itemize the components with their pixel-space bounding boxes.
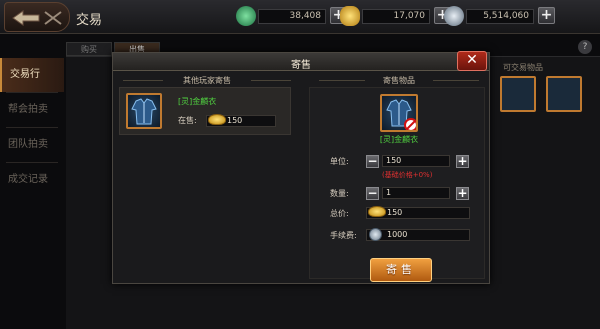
sell-button[interactable]: 寄售 — [370, 258, 432, 282]
help-icon[interactable]: ? — [578, 40, 592, 54]
unit-price-label: 单位: — [330, 157, 349, 166]
item-slot — [126, 93, 162, 129]
tradable-items-label: 可交易物品 — [503, 63, 543, 72]
silver-currency-value: 5,514,060 — [466, 9, 534, 24]
dialog-header: 寄售 ✕ — [113, 51, 489, 71]
dialog-title: 寄售 — [291, 60, 311, 71]
reference-price: (基础价格+0%) — [382, 171, 433, 179]
no-trade-icon — [404, 118, 416, 130]
tradable-item-slot[interactable] — [500, 76, 536, 112]
item-name: [灵]金麟衣 — [178, 97, 217, 106]
gold-ingot-icon — [208, 114, 226, 125]
silver-coin-icon — [369, 228, 382, 241]
other-players-label: 其他玩家寄售 — [183, 76, 231, 85]
quantity-increase-button[interactable]: + — [456, 187, 469, 200]
quantity-label: 数量: — [330, 189, 349, 198]
list-item[interactable]: [灵]金麟衣 在售: 150 — [119, 87, 291, 135]
gold-ingot-icon — [368, 206, 386, 217]
back-button[interactable] — [4, 2, 70, 32]
divider — [319, 80, 365, 81]
jade-currency-icon — [236, 6, 256, 26]
quantity-input[interactable]: 1 — [382, 187, 450, 199]
add-silver-button[interactable]: + — [538, 7, 555, 24]
item-name: [灵]金麟衣 — [379, 135, 419, 144]
menu-item-trading[interactable]: 交易行 — [0, 58, 64, 92]
divider — [123, 80, 163, 81]
menu-item-guild-auction[interactable]: 帮会拍卖 — [0, 93, 64, 127]
silver-coin-icon — [444, 6, 464, 26]
menu-item-trade-history[interactable]: 成交记录 — [0, 163, 64, 197]
divider — [433, 80, 479, 81]
onsale-label: 在售: — [178, 116, 197, 125]
jade-currency-value: 38,408 — [258, 9, 326, 24]
gold-ingot-icon — [340, 6, 360, 26]
consign-dialog: 寄售 ✕ 其他玩家寄售 寄售物品 [灵]金麟衣 在售: 150 [灵]金麟衣 单… — [112, 51, 490, 284]
quantity-decrease-button[interactable]: − — [366, 187, 379, 200]
armor-icon — [131, 98, 157, 125]
item-slot[interactable] — [380, 94, 418, 132]
tab-buy[interactable]: 购买 — [66, 42, 112, 56]
close-button[interactable]: ✕ — [457, 51, 487, 71]
consign-panel: [灵]金麟衣 单位: − 150 + (基础价格+0%) 数量: − 1 + 总… — [309, 87, 485, 282]
gold-currency-value: 17,070 — [362, 9, 430, 24]
unit-price-input[interactable]: 150 — [382, 155, 450, 167]
left-menu: 交易行 帮会拍卖 团队拍卖 成交记录 — [0, 58, 64, 197]
unit-price-increase-button[interactable]: + — [456, 155, 469, 168]
total-label: 总价: — [330, 209, 349, 218]
top-bar: 交易 38,408 + 17,070 + 5,514,060 + — [0, 0, 600, 34]
fee-label: 手续费: — [330, 231, 357, 240]
tradable-item-slot[interactable] — [546, 76, 582, 112]
back-arrow-icon — [12, 10, 62, 26]
divider — [251, 80, 291, 81]
page-title: 交易 — [76, 13, 103, 28]
consign-item-label: 寄售物品 — [383, 76, 415, 85]
menu-item-team-auction[interactable]: 团队拍卖 — [0, 128, 64, 162]
unit-price-decrease-button[interactable]: − — [366, 155, 379, 168]
